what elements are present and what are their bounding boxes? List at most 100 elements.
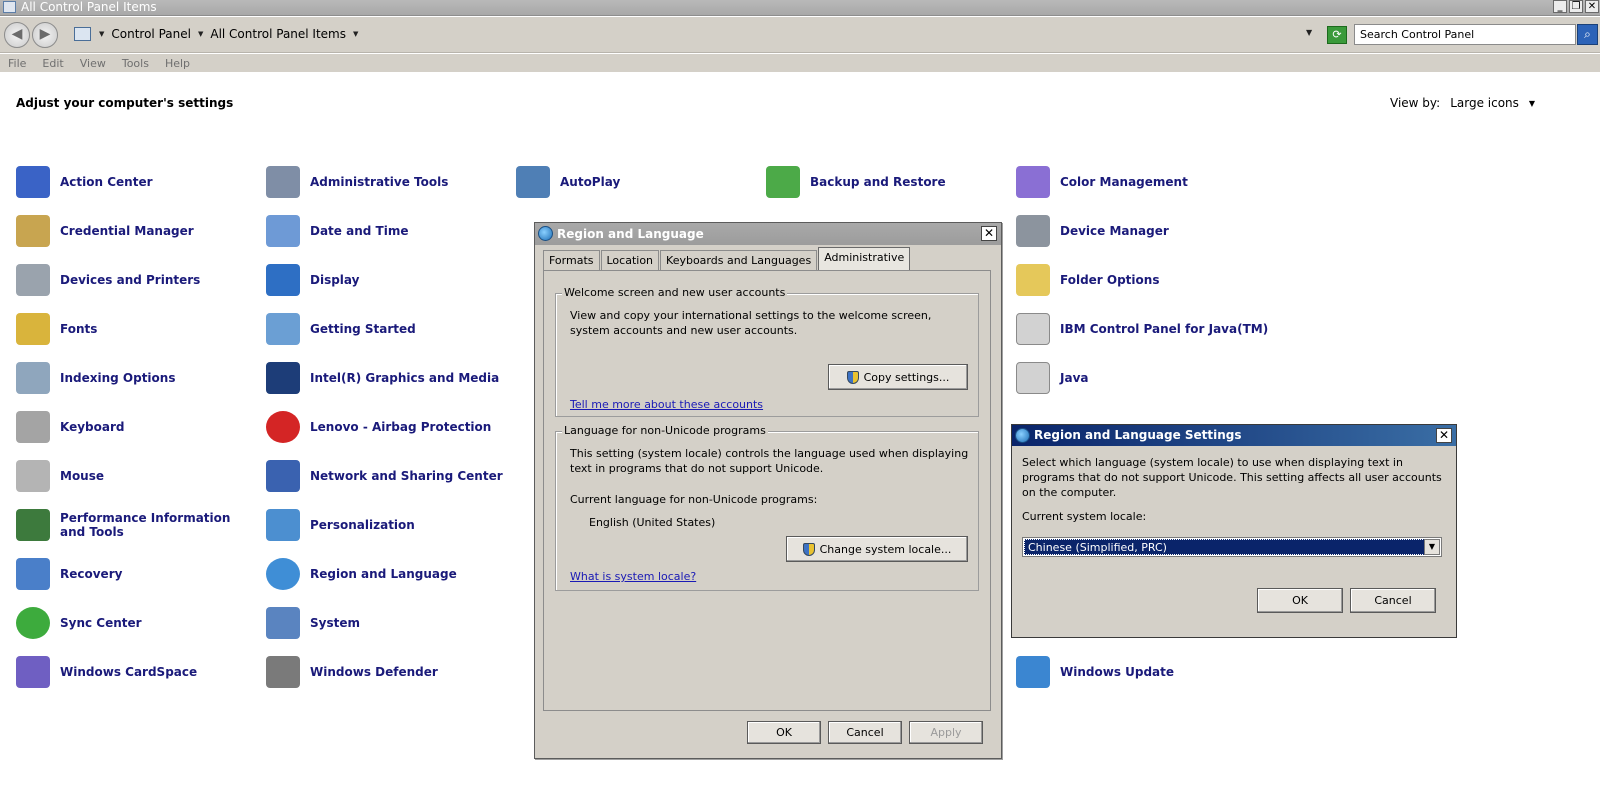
tab-formats[interactable]: Formats: [543, 250, 600, 270]
item-recovery[interactable]: Recovery: [16, 554, 261, 594]
item-device-manager[interactable]: Device Manager: [1016, 211, 1261, 251]
item-sync-center[interactable]: Sync Center: [16, 603, 261, 643]
apply-button[interactable]: Apply: [909, 721, 983, 744]
gears-icon: [266, 166, 300, 198]
breadcrumb-all-items[interactable]: All Control Panel Items: [210, 27, 346, 41]
menu-view[interactable]: View: [72, 54, 114, 72]
item-fonts[interactable]: Fonts: [16, 309, 261, 349]
control-panel-icon: [3, 1, 16, 13]
item-autoplay[interactable]: AutoPlay: [516, 162, 761, 202]
chevron-down-icon[interactable]: ▼: [198, 30, 203, 38]
item-label: Administrative Tools: [310, 175, 449, 189]
item-java[interactable]: Java: [1016, 358, 1261, 398]
restore-button[interactable]: ❐: [1569, 0, 1583, 13]
item-performance-information[interactable]: Performance Information and Tools: [16, 505, 261, 545]
unicode-description: This setting (system locale) controls th…: [570, 447, 969, 475]
globe-icon: [538, 226, 553, 241]
region-language-dialog: Region and Language ✕ Formats Location K…: [534, 222, 1002, 759]
address-dropdown-icon[interactable]: ▼: [1306, 28, 1312, 37]
dialog-titlebar: Region and Language Settings ✕: [1012, 425, 1456, 446]
back-arrow-icon: ◀: [11, 26, 23, 42]
item-lenovo-airbag[interactable]: Lenovo - Airbag Protection: [266, 407, 511, 447]
close-button[interactable]: ✕: [1436, 428, 1452, 443]
tab-keyboards-languages[interactable]: Keyboards and Languages: [660, 250, 818, 270]
item-getting-started[interactable]: Getting Started: [266, 309, 511, 349]
system-locale-label: Current system locale:: [1022, 510, 1147, 523]
item-region-and-language[interactable]: Region and Language: [266, 554, 511, 594]
menu-tools[interactable]: Tools: [114, 54, 157, 72]
tab-location[interactable]: Location: [600, 250, 660, 270]
keyboard-icon: [16, 411, 50, 443]
tab-administrative[interactable]: Administrative: [818, 247, 911, 270]
item-windows-update[interactable]: Windows Update: [1016, 652, 1261, 692]
item-label: AutoPlay: [560, 175, 621, 189]
item-personalization[interactable]: Personalization: [266, 505, 511, 545]
minimize-button[interactable]: _: [1553, 0, 1567, 13]
search-button[interactable]: ⌕: [1577, 24, 1598, 45]
ok-button[interactable]: OK: [1257, 588, 1343, 613]
folder-icon: [1016, 264, 1050, 296]
chevron-down-icon[interactable]: ▼: [1424, 539, 1440, 555]
copy-settings-button[interactable]: Copy settings...: [828, 364, 968, 390]
item-label: Windows CardSpace: [60, 665, 198, 679]
back-button[interactable]: ◀: [4, 22, 30, 48]
item-label: Folder Options: [1060, 273, 1160, 287]
breadcrumb-control-panel[interactable]: Control Panel: [111, 27, 191, 41]
region-language-settings-dialog: Region and Language Settings ✕ Select wh…: [1011, 424, 1457, 638]
close-button[interactable]: ✕: [981, 226, 997, 241]
chevron-down-icon[interactable]: ▼: [353, 30, 358, 38]
dialog-title: Region and Language: [557, 227, 704, 241]
close-button[interactable]: ✕: [1585, 0, 1599, 13]
fonts-icon: [16, 313, 50, 345]
menu-edit[interactable]: Edit: [34, 54, 71, 72]
item-windows-defender[interactable]: Windows Defender: [266, 652, 511, 692]
item-label: Getting Started: [310, 322, 416, 336]
what-is-system-locale-link[interactable]: What is system locale?: [570, 570, 696, 583]
item-backup-and-restore[interactable]: Backup and Restore: [766, 162, 1011, 202]
item-color-management[interactable]: Color Management: [1016, 162, 1261, 202]
item-administrative-tools[interactable]: Administrative Tools: [266, 162, 511, 202]
item-devices-and-printers[interactable]: Devices and Printers: [16, 260, 261, 300]
item-label: Fonts: [60, 322, 98, 336]
menu-help[interactable]: Help: [157, 54, 198, 72]
view-by-dropdown[interactable]: Large icons: [1450, 96, 1519, 110]
item-mouse[interactable]: Mouse: [16, 456, 261, 496]
item-credential-manager[interactable]: Credential Manager: [16, 211, 261, 251]
item-label: Java: [1060, 371, 1089, 385]
item-label: System: [310, 616, 360, 630]
chevron-down-icon[interactable]: ▼: [1529, 99, 1535, 108]
java-icon: [1016, 362, 1050, 394]
item-keyboard[interactable]: Keyboard: [16, 407, 261, 447]
tell-me-more-link[interactable]: Tell me more about these accounts: [570, 398, 763, 411]
personalization-icon: [266, 509, 300, 541]
address-field[interactable]: ▼ Control Panel ▼ All Control Panel Item…: [70, 23, 1320, 45]
item-label: Performance Information and Tools: [60, 511, 231, 539]
system-locale-select[interactable]: Chinese (Simplified, PRC) ▼: [1022, 537, 1442, 557]
cancel-button[interactable]: Cancel: [1350, 588, 1436, 613]
change-system-locale-button[interactable]: Change system locale...: [786, 536, 968, 562]
item-action-center[interactable]: Action Center: [16, 162, 261, 202]
item-system[interactable]: System: [266, 603, 511, 643]
item-label: Sync Center: [60, 616, 142, 630]
item-network-sharing[interactable]: Network and Sharing Center: [266, 456, 511, 496]
button-label: Copy settings...: [863, 370, 950, 384]
item-intel-graphics[interactable]: Intel(R) Graphics and Media: [266, 358, 511, 398]
cancel-button[interactable]: Cancel: [828, 721, 902, 744]
item-ibm-java[interactable]: IBM Control Panel for Java(TM): [1016, 309, 1286, 349]
item-display[interactable]: Display: [266, 260, 511, 300]
administrative-panel: Welcome screen and new user accounts Vie…: [543, 270, 991, 711]
item-label: Action Center: [60, 175, 153, 189]
item-windows-cardspace[interactable]: Windows CardSpace: [16, 652, 261, 692]
menu-file[interactable]: File: [0, 54, 34, 72]
refresh-button[interactable]: ⟳: [1327, 26, 1347, 44]
item-date-and-time[interactable]: Date and Time: [266, 211, 511, 251]
view-by: View by: Large icons ▼: [1390, 96, 1535, 110]
search-input[interactable]: Search Control Panel: [1354, 24, 1576, 45]
forward-button[interactable]: ▶: [32, 22, 58, 48]
flag-icon: [16, 166, 50, 198]
item-folder-options[interactable]: Folder Options: [1016, 260, 1261, 300]
ok-button[interactable]: OK: [747, 721, 821, 744]
item-label: Date and Time: [310, 224, 409, 238]
item-indexing-options[interactable]: Indexing Options: [16, 358, 261, 398]
chevron-down-icon[interactable]: ▼: [99, 30, 104, 38]
